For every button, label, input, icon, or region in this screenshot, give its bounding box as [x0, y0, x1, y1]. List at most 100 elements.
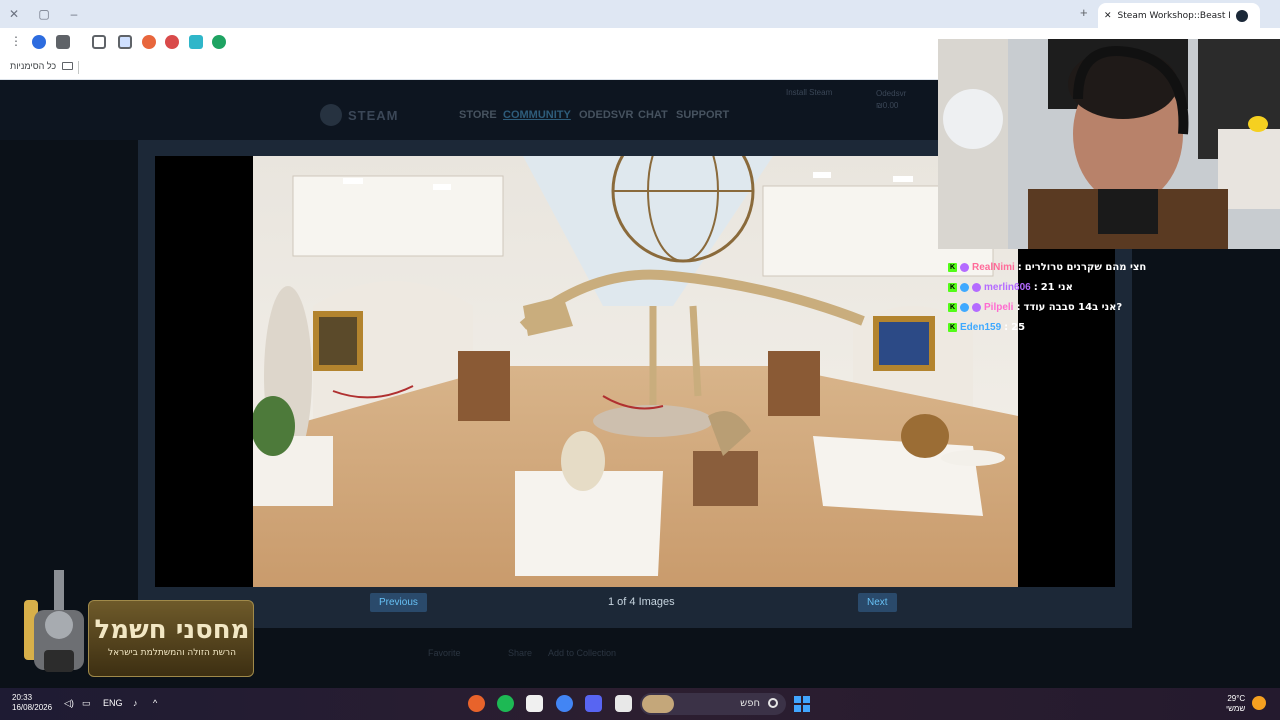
chat-username: Pilpeli [984, 301, 1014, 313]
steam-logo[interactable]: STEAM [320, 104, 399, 126]
kick-badge-icon: K [948, 282, 957, 292]
chat-text: חצי מהם שקרנים טרולרים [1024, 261, 1147, 273]
account-name: Odedsvr [876, 89, 907, 98]
app-icon[interactable] [526, 695, 543, 712]
nav-community[interactable]: COMMUNITY [503, 109, 571, 121]
chat-username: Eden159 [960, 321, 1002, 333]
extension-red-icon[interactable] [165, 35, 179, 49]
menu-kebab-icon[interactable]: ⋮ [10, 35, 22, 49]
previous-button[interactable]: Previous [370, 593, 427, 612]
steam-logo-icon [320, 104, 342, 126]
gift-badge-icon [972, 302, 981, 312]
discord-icon[interactable] [585, 695, 602, 712]
temperature: 29°C [1227, 694, 1246, 703]
cast-icon[interactable] [118, 35, 132, 49]
chat-text: : [1016, 301, 1021, 313]
search-icon [768, 698, 778, 708]
minimize-window-icon[interactable]: – [66, 6, 82, 22]
weather-label: שמשי [1226, 704, 1246, 713]
favorite-action[interactable]: Favorite [428, 648, 461, 658]
clock-time: 20:33 [12, 693, 33, 702]
subscriber-badge-icon [960, 282, 969, 292]
account-balance: ₪0.00 [876, 101, 899, 110]
search-label: חפש [740, 698, 760, 709]
subscriber-badge-icon [960, 302, 969, 312]
subscriber-badge-icon [960, 262, 969, 272]
webcam-feed [938, 39, 1280, 249]
task-view-icon[interactable] [615, 695, 632, 712]
taskbar-search[interactable]: חפש [640, 693, 786, 715]
nav-support[interactable]: SUPPORT [676, 109, 729, 121]
stream-chat: K RealNimi : חצי מהם שקרנים טרולרים K me… [948, 257, 1178, 337]
reading-list-icon[interactable] [56, 35, 70, 49]
gift-badge-icon [972, 282, 981, 292]
kick-badge-icon: K [948, 302, 957, 312]
maximize-window-icon[interactable]: ▢ [36, 6, 52, 22]
install-steam-button[interactable]: Install Steam [786, 88, 832, 97]
taskbar-clock[interactable]: 20:33 16/08/2026 [12, 693, 52, 713]
volume-icon[interactable]: ◁) [64, 698, 74, 709]
weather-widget[interactable]: 29°C שמשי [1226, 694, 1245, 714]
windows-start-icon[interactable] [794, 696, 810, 712]
chat-text: : [1033, 281, 1038, 293]
taskbar: 20:33 16/08/2026 ◁) ▭ ENG ♪ ^ חפש 29°C ש… [0, 688, 1280, 720]
chat-text: : [1004, 321, 1009, 333]
nav-chat[interactable]: CHAT [638, 109, 668, 121]
share-action[interactable]: Share [508, 648, 532, 658]
kick-badge-icon: K [948, 322, 957, 332]
steam-logo-text: STEAM [348, 107, 399, 123]
extension-green-icon[interactable] [212, 35, 226, 49]
tab-title: Steam Workshop::Beast Museum [1117, 10, 1230, 21]
chrome-icon[interactable] [556, 695, 573, 712]
nav-store[interactable]: STORE [459, 109, 497, 121]
add-to-collection-action[interactable]: Add to Collection [548, 648, 616, 658]
all-bookmarks-label: כל הסימניות [10, 61, 57, 71]
account-menu[interactable]: Odedsvr ₪0.00 [876, 88, 906, 112]
browser-tab-bar: ✕ ▢ – + ✕ Steam Workshop::Beast Museum [0, 0, 1280, 28]
all-bookmarks-button[interactable]: כל הסימניות [10, 61, 74, 71]
sponsor-robot-icon [24, 570, 84, 672]
chat-message: K Eden159 : 25 [948, 317, 1178, 337]
museum-screenshot[interactable] [253, 156, 1018, 587]
sponsor-logo: מחסני חשמל הרשת הזולה והמשתלמת בישראל [14, 570, 254, 682]
chat-text: אני 21 [1040, 281, 1073, 293]
chat-text: אני ב14 סבבה עודד? [1023, 301, 1123, 313]
clock-date: 16/08/2026 [12, 703, 53, 712]
chat-username: merlin606 [984, 281, 1031, 293]
nav-profile[interactable]: ODEDSVR [579, 109, 633, 121]
new-tab-icon[interactable]: + [1080, 6, 1094, 20]
folder-icon [62, 62, 74, 70]
image-counter: 1 of 4 Images [608, 596, 675, 608]
steam-favicon-icon [1235, 9, 1248, 22]
workshop-actions-faded: Favorite Share Add to Collection [138, 628, 1132, 688]
chat-message: K merlin606 : אני 21 [948, 277, 1178, 297]
chat-username: RealNimi [972, 261, 1015, 273]
language-indicator[interactable]: ENG [103, 698, 123, 708]
extension-teal-icon[interactable] [189, 35, 203, 49]
extension-orange-icon[interactable] [142, 35, 156, 49]
chat-message: K RealNimi : חצי מהם שקרנים טרולרים [948, 257, 1178, 277]
chat-text: 25 [1011, 321, 1026, 333]
close-tab-icon[interactable]: ✕ [1104, 10, 1112, 21]
weather-sun-icon [1252, 696, 1266, 710]
firefox-icon[interactable] [468, 695, 485, 712]
sponsor-subtitle: הרשת הזולה והמשתלמת בישראל [108, 648, 236, 658]
chat-text: : [1017, 261, 1022, 273]
museum-render [253, 156, 1018, 587]
sponsor-banner: מחסני חשמל הרשת הזולה והמשתלמת בישראל [88, 600, 254, 677]
spotify-icon[interactable] [497, 695, 514, 712]
microphone-icon[interactable]: ♪ [133, 698, 138, 708]
bookmarks-divider [78, 61, 79, 74]
profile-icon[interactable] [32, 35, 46, 49]
next-button[interactable]: Next [858, 593, 897, 612]
show-hidden-icons-icon[interactable]: ^ [153, 698, 157, 708]
close-window-icon[interactable]: ✕ [6, 6, 22, 22]
webcam-overlay [938, 39, 1280, 249]
sponsor-title: מחסני חשמל [94, 615, 250, 645]
browser-tab[interactable]: ✕ Steam Workshop::Beast Museum [1098, 3, 1260, 28]
chat-message: K Pilpeli : אני ב14 סבבה עודד? [948, 297, 1178, 317]
kick-badge-icon: K [948, 262, 957, 272]
extensions-icon[interactable] [92, 35, 106, 49]
network-icon[interactable]: ▭ [82, 698, 91, 709]
search-highlight-image [642, 695, 674, 713]
